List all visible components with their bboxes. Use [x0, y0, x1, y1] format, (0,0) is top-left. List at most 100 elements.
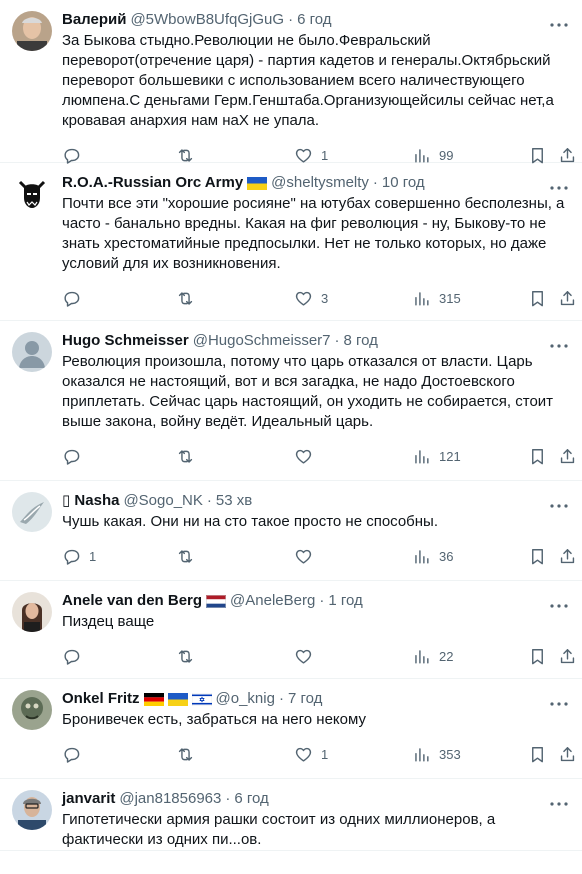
more-icon[interactable] — [550, 495, 568, 508]
separator-dot: · — [206, 492, 212, 509]
avatar[interactable] — [12, 492, 52, 532]
separator-dot: · — [225, 790, 231, 807]
views-button[interactable]: 36 — [412, 547, 453, 566]
separator-dot: · — [278, 690, 284, 707]
views-button[interactable]: 99 — [412, 146, 453, 165]
avatar[interactable] — [12, 332, 52, 372]
reply-button[interactable] — [62, 447, 89, 466]
views-icon — [412, 289, 431, 308]
like-button[interactable] — [294, 447, 321, 466]
more-icon[interactable] — [550, 793, 568, 806]
author-handle[interactable]: @Sogo_NK — [123, 491, 202, 511]
tweet[interactable]: janvarit @jan81856963 · 6 год Гипотетически … — [0, 779, 582, 851]
author-name[interactable]: Валерий — [62, 10, 126, 30]
avatar[interactable] — [12, 174, 52, 214]
share-button[interactable] — [558, 547, 577, 566]
views-button[interactable]: 315 — [412, 289, 461, 308]
repost-button[interactable] — [176, 647, 203, 666]
tweet-text: Почти все эти "хорошие росияне" на ютуба… — [62, 195, 565, 272]
repost-button[interactable] — [176, 745, 203, 764]
like-button[interactable]: 1 — [294, 146, 328, 165]
action-bar: 22 — [62, 638, 575, 674]
flag-germany-icon — [143, 692, 164, 706]
author-name[interactable]: Hugo Schmeisser — [62, 331, 189, 351]
bookmark-button[interactable] — [528, 745, 547, 764]
tweet-text: Революция произошла, потому что царь отк… — [62, 353, 554, 430]
repost-button[interactable] — [176, 447, 203, 466]
author-handle[interactable]: @o_knig — [216, 689, 275, 709]
timestamp[interactable]: 8 год — [344, 331, 378, 351]
author-name[interactable]: R.O.A.-Russian Orc Army — [62, 173, 243, 193]
tweet[interactable]: ▯ Nasha @Sogo_NK · 53 хв Чушь какая. Они ни … — [0, 481, 582, 581]
share-button[interactable] — [558, 289, 577, 308]
views-button[interactable]: 353 — [412, 745, 461, 764]
flag-ukraine-icon — [247, 176, 268, 190]
author-name[interactable]: Anele van den Berg — [62, 591, 202, 611]
action-bar: 121 — [62, 438, 575, 474]
timestamp[interactable]: 7 год — [288, 689, 322, 709]
tweet[interactable]: Валерий @5WbowB8UfqGjGuG · 6 год За Быкова с… — [0, 0, 582, 165]
more-icon[interactable] — [550, 14, 568, 27]
share-button[interactable] — [558, 647, 577, 666]
tweet-text: За Быкова стыдно.Революции не было.Февра… — [62, 32, 554, 129]
tweet[interactable]: Anele van den Berg @AneleBerg · 1 год Пиздец… — [0, 581, 582, 679]
views-button[interactable]: 22 — [412, 647, 453, 666]
share-button[interactable] — [558, 745, 577, 764]
bookmark-button[interactable] — [528, 647, 547, 666]
reply-icon — [62, 547, 81, 566]
repost-button[interactable] — [176, 146, 203, 165]
author-handle[interactable]: @sheltysmelty — [271, 173, 369, 193]
tweet[interactable]: R.O.A.-Russian Orc Army @sheltysmelty · 10 … — [0, 163, 582, 321]
more-icon[interactable] — [550, 177, 568, 190]
reply-button[interactable] — [62, 745, 89, 764]
share-icon — [558, 289, 577, 308]
reply-button[interactable]: 1 — [62, 547, 96, 566]
views-button[interactable]: 121 — [412, 447, 461, 466]
author-handle[interactable]: @5WbowB8UfqGjGuG — [130, 10, 284, 30]
like-button[interactable]: 3 — [294, 289, 328, 308]
author-handle[interactable]: @HugoSchmeisser7 — [193, 331, 331, 351]
tweet-header: Onkel Fritz @o_knig · 7 год — [62, 689, 570, 709]
author-name[interactable]: Onkel Fritz — [62, 689, 140, 709]
views-icon — [412, 745, 431, 764]
share-button[interactable] — [558, 447, 577, 466]
avatar[interactable] — [12, 11, 52, 51]
repost-icon — [176, 289, 195, 308]
reply-button[interactable] — [62, 289, 89, 308]
repost-button[interactable] — [176, 289, 203, 308]
flag-ukraine-icon — [167, 692, 188, 706]
share-button[interactable] — [558, 146, 577, 165]
author-name[interactable]: janvarit — [62, 789, 115, 809]
bookmark-button[interactable] — [528, 447, 547, 466]
repost-icon — [176, 146, 195, 165]
timestamp[interactable]: 10 год — [382, 173, 425, 193]
like-button[interactable]: 1 — [294, 745, 328, 764]
reply-button[interactable] — [62, 146, 89, 165]
tweet-header: ▯ Nasha @Sogo_NK · 53 хв — [62, 491, 570, 511]
separator-dot: · — [372, 174, 378, 191]
more-icon[interactable] — [550, 595, 568, 608]
avatar[interactable] — [12, 690, 52, 730]
author-handle[interactable]: @jan81856963 — [119, 789, 221, 809]
bookmark-button[interactable] — [528, 547, 547, 566]
more-icon[interactable] — [550, 335, 568, 348]
timestamp[interactable]: 53 хв — [216, 491, 252, 511]
author-handle[interactable]: @AneleBerg — [230, 591, 315, 611]
avatar[interactable] — [12, 790, 52, 830]
repost-button[interactable] — [176, 547, 203, 566]
reply-button[interactable] — [62, 647, 89, 666]
timestamp[interactable]: 6 год — [297, 10, 331, 30]
tweet[interactable]: Hugo Schmeisser @HugoSchmeisser7 · 8 год Рев… — [0, 321, 582, 481]
avatar[interactable] — [12, 592, 52, 632]
bookmark-icon — [528, 647, 547, 666]
more-icon[interactable] — [550, 693, 568, 706]
author-name[interactable]: ▯ Nasha — [62, 491, 119, 511]
like-button[interactable] — [294, 647, 321, 666]
bookmark-button[interactable] — [528, 146, 547, 165]
heart-icon — [294, 289, 313, 308]
like-button[interactable] — [294, 547, 321, 566]
tweet[interactable]: Onkel Fritz @o_knig · 7 год Бронивечек есть,… — [0, 679, 582, 779]
timestamp[interactable]: 6 год — [234, 789, 268, 809]
timestamp[interactable]: 1 год — [328, 591, 362, 611]
bookmark-button[interactable] — [528, 289, 547, 308]
